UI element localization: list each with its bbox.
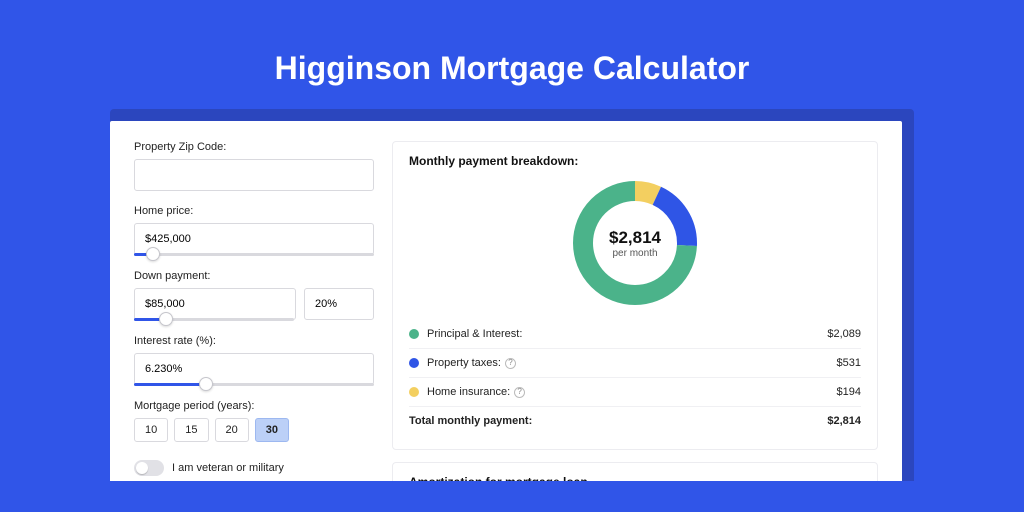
results-column: Monthly payment breakdown: $2,814 per mo…: [392, 141, 878, 481]
interest-rate-input[interactable]: [134, 353, 374, 385]
legend-label: Principal & Interest:: [427, 328, 827, 340]
interest-rate-slider-thumb[interactable]: [199, 377, 213, 391]
period-options: 1015 2030: [134, 418, 374, 442]
legend-row-total: Total monthly payment: $2,814: [409, 406, 861, 435]
help-icon[interactable]: ?: [505, 358, 516, 369]
interest-rate-slider[interactable]: [134, 383, 374, 386]
home-price-slider-thumb[interactable]: [146, 247, 160, 261]
veteran-toggle[interactable]: [134, 460, 164, 476]
breakdown-title: Monthly payment breakdown:: [409, 154, 861, 168]
period-field: Mortgage period (years): 1015 2030: [134, 400, 374, 442]
payment-donut-chart: $2,814 per month: [570, 178, 700, 308]
down-payment-label: Down payment:: [134, 270, 374, 282]
legend-dot-icon: [409, 329, 419, 339]
panel-shadow: Property Zip Code: Home price: Down paym…: [110, 109, 914, 481]
veteran-row: I am veteran or military: [134, 460, 374, 476]
legend-label: Home insurance:?: [427, 386, 837, 398]
legend-label: Property taxes:?: [427, 357, 837, 369]
veteran-label: I am veteran or military: [172, 462, 284, 474]
home-price-slider[interactable]: [134, 253, 374, 256]
total-label: Total monthly payment:: [409, 415, 827, 427]
veteran-toggle-knob: [136, 462, 148, 474]
legend-dot-icon: [409, 358, 419, 368]
home-price-label: Home price:: [134, 205, 374, 217]
breakdown-card: Monthly payment breakdown: $2,814 per mo…: [392, 141, 878, 450]
zip-label: Property Zip Code:: [134, 141, 374, 153]
down-payment-amount-input[interactable]: [134, 288, 296, 320]
period-option-20[interactable]: 20: [215, 418, 249, 442]
period-option-30[interactable]: 30: [255, 418, 289, 442]
period-option-15[interactable]: 15: [174, 418, 208, 442]
home-price-field: Home price:: [134, 205, 374, 256]
down-payment-field: Down payment:: [134, 270, 374, 321]
legend-dot-icon: [409, 387, 419, 397]
home-price-input[interactable]: [134, 223, 374, 255]
donut-wrap: $2,814 per month: [409, 178, 861, 308]
zip-field: Property Zip Code:: [134, 141, 374, 191]
interest-rate-label: Interest rate (%):: [134, 335, 374, 347]
page-title: Higginson Mortgage Calculator: [110, 50, 914, 87]
help-icon[interactable]: ?: [514, 387, 525, 398]
amortization-title: Amortization for mortgage loan: [409, 475, 861, 481]
legend-row: Principal & Interest:$2,089: [409, 320, 861, 348]
down-payment-slider-thumb[interactable]: [159, 312, 173, 326]
legend-value: $2,089: [827, 328, 861, 340]
donut-amount: $2,814: [609, 228, 661, 248]
amortization-card: Amortization for mortgage loan Amortizat…: [392, 462, 878, 481]
calculator-panel: Property Zip Code: Home price: Down paym…: [110, 121, 902, 481]
down-payment-percent-input[interactable]: [304, 288, 374, 320]
legend-row: Property taxes:?$531: [409, 348, 861, 377]
interest-rate-slider-fill: [134, 383, 206, 386]
donut-center: $2,814 per month: [570, 178, 700, 308]
total-value: $2,814: [827, 415, 861, 427]
period-label: Mortgage period (years):: [134, 400, 374, 412]
legend-value: $194: [837, 386, 861, 398]
inputs-column: Property Zip Code: Home price: Down paym…: [134, 141, 374, 481]
legend-value: $531: [837, 357, 861, 369]
down-payment-slider[interactable]: [134, 318, 294, 321]
donut-sublabel: per month: [612, 248, 657, 259]
zip-input[interactable]: [134, 159, 374, 191]
legend-row: Home insurance:?$194: [409, 377, 861, 406]
period-option-10[interactable]: 10: [134, 418, 168, 442]
interest-rate-field: Interest rate (%):: [134, 335, 374, 386]
